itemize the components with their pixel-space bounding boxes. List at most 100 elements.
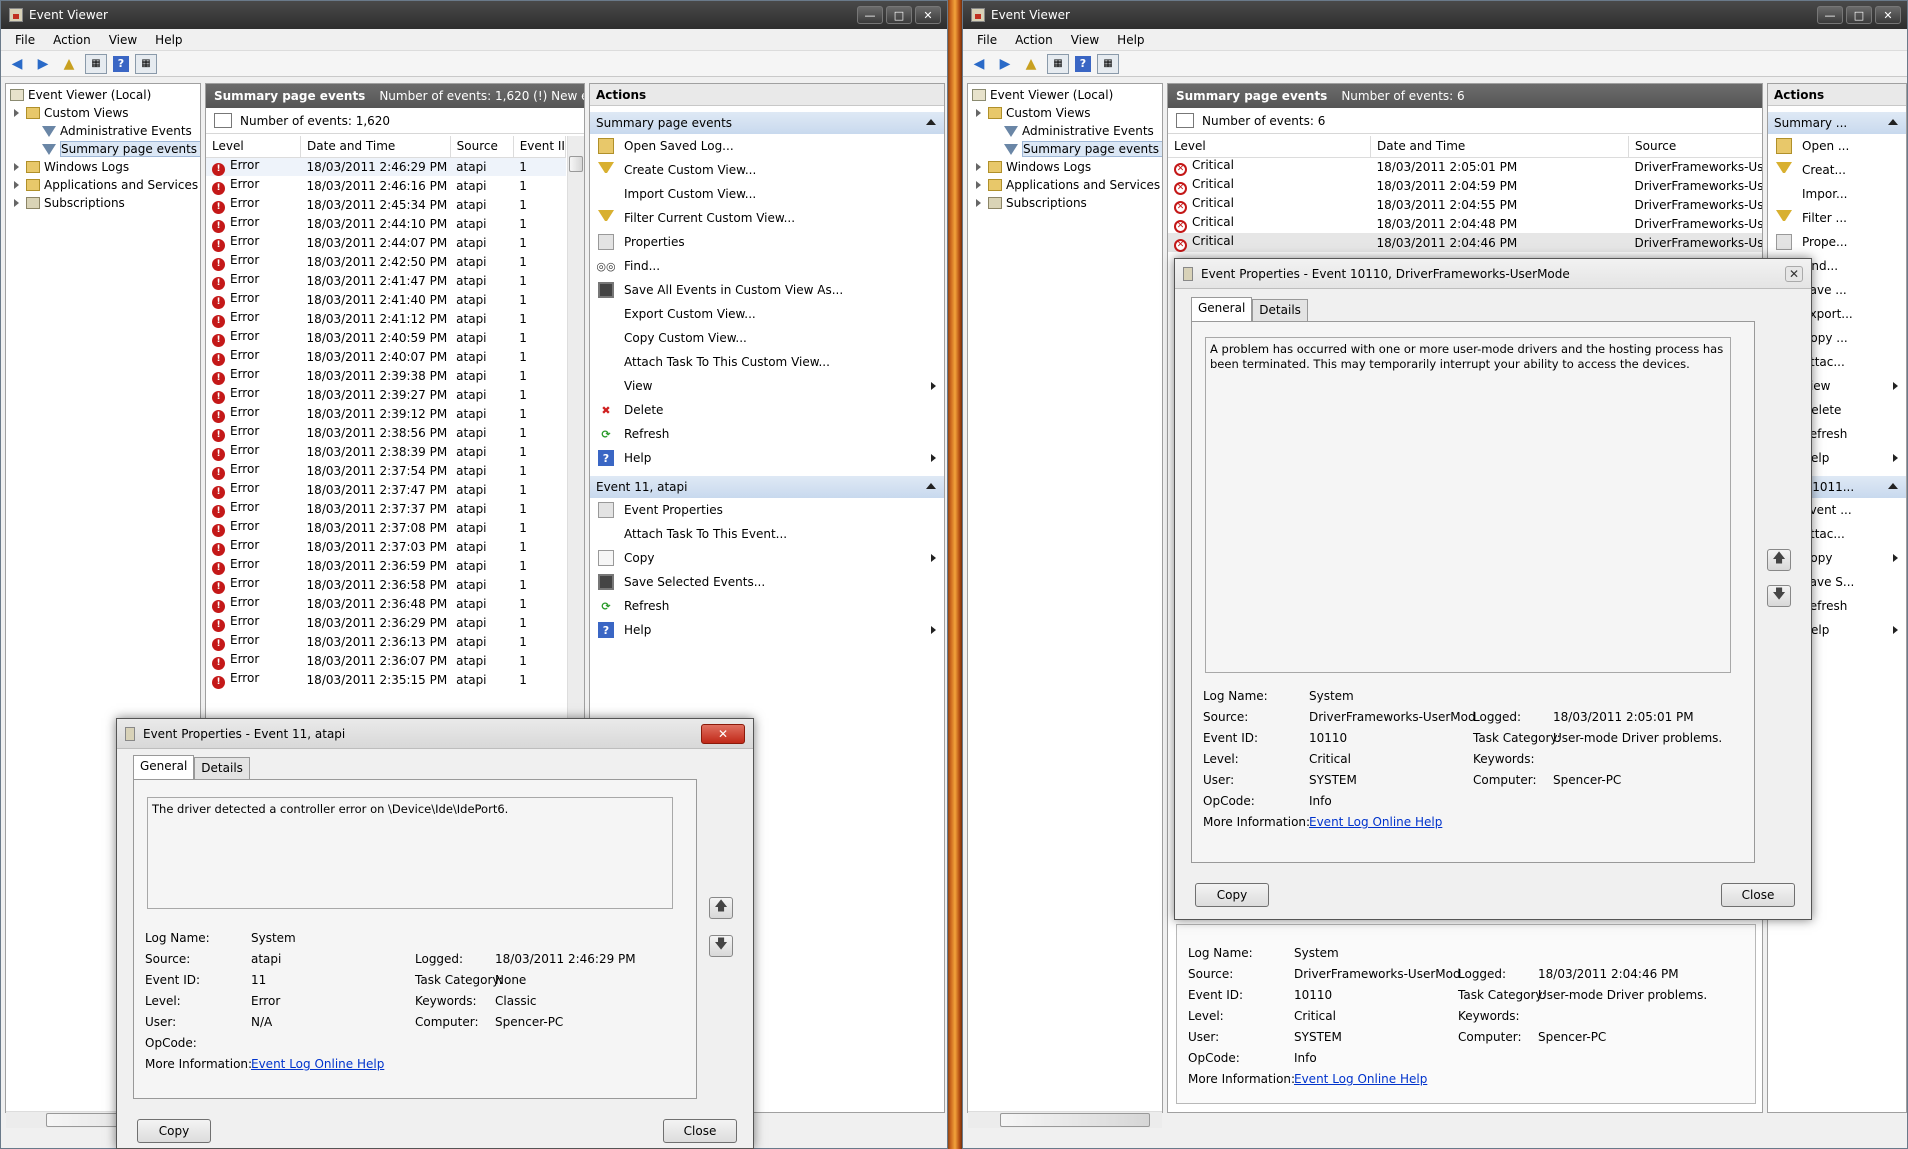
minimize-button[interactable]: — (1817, 6, 1843, 24)
title-bar[interactable]: Event Viewer — □ ✕ (1, 1, 947, 29)
table-row[interactable]: ! Error 18/03/2011 2:36:29 PM atapi 1 (206, 613, 566, 632)
up-folder-icon[interactable]: ▲ (59, 54, 79, 74)
previous-event-up-arrow-icon[interactable]: 🡅 (1767, 549, 1791, 571)
action-item[interactable]: Properties (590, 230, 944, 254)
action-item[interactable]: Open ... (1768, 134, 1906, 158)
close-button[interactable]: ✕ (1875, 6, 1901, 24)
scrollbar-thumb[interactable] (569, 156, 583, 172)
tree-item[interactable]: Administrative Events (968, 122, 1162, 140)
forward-arrow-icon[interactable]: ▶ (33, 54, 53, 74)
table-row[interactable]: ! Error 18/03/2011 2:45:34 PM atapi 1 (206, 195, 566, 214)
menu-action[interactable]: Action (1007, 33, 1063, 47)
table-row[interactable]: ! Error 18/03/2011 2:36:13 PM atapi 1 (206, 632, 566, 651)
back-arrow-icon[interactable]: ◀ (7, 54, 27, 74)
up-folder-icon[interactable]: ▲ (1021, 54, 1041, 74)
collapse-arrow-icon[interactable] (1888, 119, 1898, 125)
help-icon[interactable]: ? (1075, 55, 1091, 72)
action-item[interactable]: Creat... (1768, 158, 1906, 182)
collapse-arrow-icon[interactable] (926, 483, 936, 489)
maximize-button[interactable]: □ (886, 6, 912, 24)
tree-item[interactable]: Windows Logs (6, 158, 200, 176)
tree-item[interactable]: Applications and Services Logs (968, 176, 1162, 194)
menu-help[interactable]: Help (1109, 33, 1154, 47)
show-hide-tree-icon[interactable]: ▦ (1047, 53, 1069, 74)
tree-item[interactable]: Administrative Events (6, 122, 200, 140)
action-item[interactable]: Create Custom View... (590, 158, 944, 182)
table-row[interactable]: ! Error 18/03/2011 2:42:50 PM atapi 1 (206, 252, 566, 271)
menu-action[interactable]: Action (45, 33, 101, 47)
table-row[interactable]: ! Error 18/03/2011 2:36:58 PM atapi 1 (206, 575, 566, 594)
table-row[interactable]: ! Error 18/03/2011 2:40:59 PM atapi 1 (206, 328, 566, 347)
table-row[interactable]: ! Error 18/03/2011 2:44:10 PM atapi 1 (206, 214, 566, 233)
action-item[interactable]: Impor... (1768, 182, 1906, 206)
action-item[interactable]: Export Custom View... (590, 302, 944, 326)
previous-event-up-arrow-icon[interactable]: 🡅 (709, 897, 733, 919)
table-row[interactable]: ! Error 18/03/2011 2:36:07 PM atapi 1 (206, 651, 566, 670)
tab-details[interactable]: Details (194, 757, 250, 779)
tree-item[interactable]: Custom Views (6, 104, 200, 122)
action-item[interactable]: Event Properties (590, 498, 944, 522)
expand-triangle-icon[interactable] (976, 163, 981, 171)
action-item[interactable]: Filter ... (1768, 206, 1906, 230)
action-item[interactable]: Filter Current Custom View... (590, 206, 944, 230)
show-hide-action-pane-icon[interactable]: ▦ (135, 53, 157, 74)
column-header-date[interactable]: Date and Time (300, 136, 451, 158)
table-row[interactable]: ✕ Critical 18/03/2011 2:04:55 PM DriverFram… (1168, 195, 1762, 214)
tree-item[interactable]: Summary page events (968, 140, 1162, 158)
expand-triangle-icon[interactable] (976, 199, 981, 207)
minimize-button[interactable]: — (857, 6, 883, 24)
column-header-level[interactable]: Level (206, 136, 302, 158)
dialog-close-icon[interactable]: ✕ (701, 723, 745, 744)
copy-button[interactable]: Copy (1195, 883, 1269, 907)
action-item[interactable]: Copy (590, 546, 944, 570)
next-event-down-arrow-icon[interactable]: 🡇 (1767, 585, 1791, 607)
tree-item[interactable]: Windows Logs (968, 158, 1162, 176)
table-row[interactable]: ! Error 18/03/2011 2:37:03 PM atapi 1 (206, 537, 566, 556)
action-item[interactable]: Open Saved Log... (590, 134, 944, 158)
tree-item[interactable]: Event Viewer (Local) (968, 86, 1162, 104)
tree-item[interactable]: Custom Views (968, 104, 1162, 122)
collapse-arrow-icon[interactable] (1888, 483, 1898, 489)
event-log-online-help-link[interactable]: Event Log Online Help (1309, 815, 1442, 829)
tree-item[interactable]: Summary page events (6, 140, 200, 158)
table-row[interactable]: ! Error 18/03/2011 2:35:15 PM atapi 1 (206, 670, 566, 689)
expand-triangle-icon[interactable] (14, 109, 19, 117)
tab-general[interactable]: General (1191, 297, 1253, 321)
maximize-button[interactable]: □ (1846, 6, 1872, 24)
event-log-online-help-link[interactable]: Event Log Online Help (1294, 1072, 1427, 1086)
table-row[interactable]: ! Error 18/03/2011 2:41:12 PM atapi 1 (206, 309, 566, 328)
tree-item[interactable]: Event Viewer (Local) (6, 86, 200, 104)
table-row[interactable]: ! Error 18/03/2011 2:37:37 PM atapi 1 (206, 499, 566, 518)
tree-item[interactable]: Applications and Services Lo (6, 176, 200, 194)
action-item[interactable]: Import Custom View... (590, 182, 944, 206)
action-item[interactable]: ◎◎ Find... (590, 254, 944, 278)
action-item[interactable]: ? Help (590, 618, 944, 642)
action-item[interactable]: ⟳ Refresh (590, 422, 944, 446)
menu-help[interactable]: Help (147, 33, 192, 47)
menu-file[interactable]: File (969, 33, 1007, 47)
back-arrow-icon[interactable]: ◀ (969, 54, 989, 74)
show-hide-tree-icon[interactable]: ▦ (85, 53, 107, 74)
expand-triangle-icon[interactable] (14, 181, 19, 189)
collapse-arrow-icon[interactable] (926, 119, 936, 125)
table-row[interactable]: ! Error 18/03/2011 2:37:54 PM atapi 1 (206, 461, 566, 480)
column-header-source[interactable]: Source (450, 136, 514, 158)
action-item[interactable]: Attach Task To This Custom View... (590, 350, 944, 374)
scrollbar-thumb[interactable] (1000, 1113, 1150, 1127)
tree-horizontal-scrollbar[interactable] (968, 1111, 1162, 1128)
action-item[interactable]: View (590, 374, 944, 398)
dialog-title-bar[interactable]: Event Properties - Event 10110, DriverFr… (1175, 259, 1811, 289)
show-hide-action-pane-icon[interactable]: ▦ (1097, 53, 1119, 74)
action-item[interactable]: Attach Task To This Event... (590, 522, 944, 546)
table-row[interactable]: ! Error 18/03/2011 2:41:47 PM atapi 1 (206, 271, 566, 290)
close-button[interactable]: ✕ (915, 6, 941, 24)
actions-section-custom-view[interactable]: Summary ... (1768, 112, 1906, 134)
table-row[interactable]: ! Error 18/03/2011 2:36:59 PM atapi 1 (206, 556, 566, 575)
help-icon[interactable]: ? (113, 55, 129, 72)
column-header-source[interactable]: Source (1628, 136, 1762, 158)
close-button[interactable]: Close (663, 1119, 737, 1143)
table-row[interactable]: ! Error 18/03/2011 2:36:48 PM atapi 1 (206, 594, 566, 613)
table-row[interactable]: ! Error 18/03/2011 2:39:38 PM atapi 1 (206, 366, 566, 385)
action-item[interactable]: Save All Events in Custom View As... (590, 278, 944, 302)
tab-details[interactable]: Details (1252, 299, 1308, 321)
